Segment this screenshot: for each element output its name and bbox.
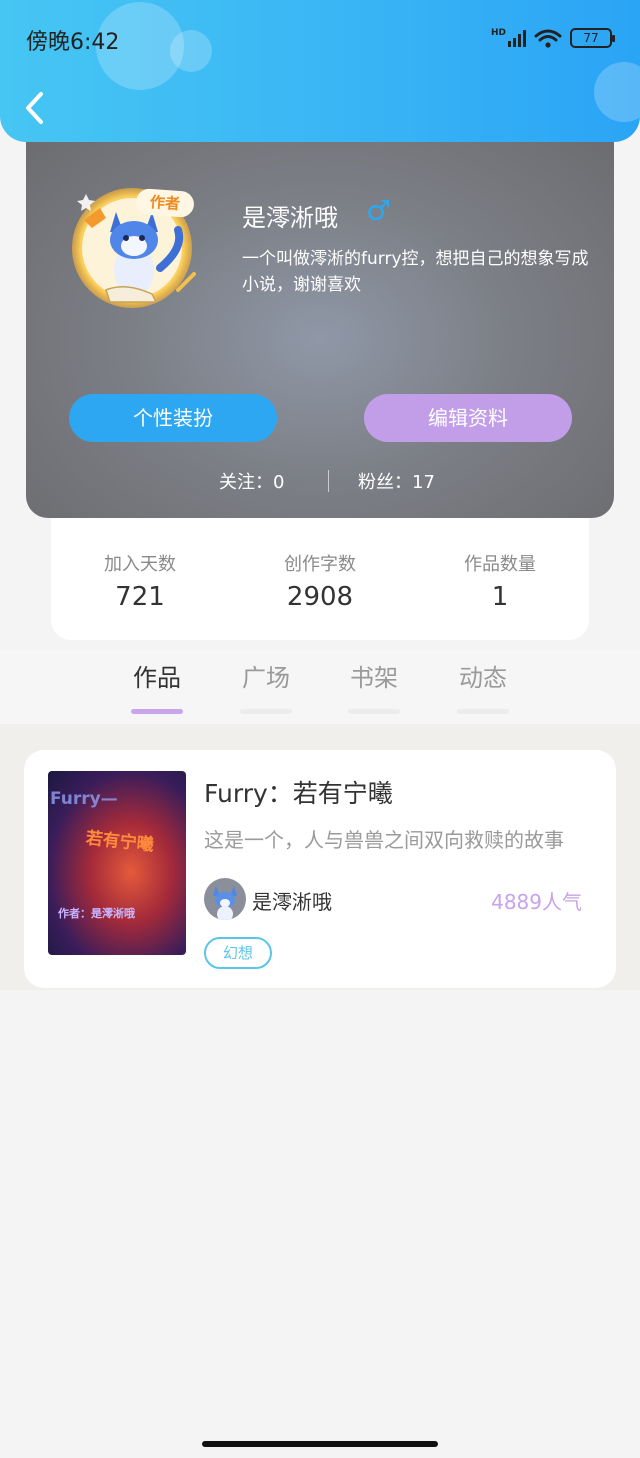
work-description: 这是一个，人与兽兽之间双向救赎的故事: [204, 828, 564, 852]
work-author-name: 是澪淅哦: [252, 890, 332, 914]
following-count[interactable]: 关注：0: [219, 468, 284, 494]
edit-profile-button[interactable]: 编辑资料: [364, 394, 572, 442]
decor-bubble: [594, 62, 640, 122]
top-header: 傍晚6:42 HD 77: [0, 0, 640, 142]
tab-label: 动态: [459, 664, 507, 692]
tab-bookshelf[interactable]: 书架: [334, 658, 414, 714]
stat-value: 1: [491, 582, 509, 612]
tab-label: 书架: [350, 664, 398, 692]
stat-label: 加入天数: [104, 554, 176, 575]
status-icons: HD 77: [490, 28, 615, 48]
stat-join-days: 加入天数 721: [70, 550, 210, 612]
tab-indicator: [240, 709, 292, 714]
follow-stats: 关注：0 粉丝：17: [26, 466, 614, 496]
tab-bar: 作品 广场 书架 动态: [0, 650, 640, 724]
male-gender-icon: ♂: [366, 194, 392, 227]
profile-bio: 一个叫做澪淅的furry控，想把自己的想象写成小说，谢谢喜欢: [242, 249, 589, 295]
battery-icon: 77: [570, 28, 615, 48]
tab-indicator: [131, 709, 183, 714]
book-cover[interactable]: Furry— 若有宁曦 作者：是澪淅哦: [48, 771, 186, 955]
status-time: 傍晚6:42: [26, 30, 120, 55]
tab-indicator: [348, 709, 400, 714]
author-avatar: [204, 878, 246, 920]
decor-bubble: [170, 30, 212, 72]
tab-label: 广场: [242, 664, 290, 692]
followers-count[interactable]: 粉丝：17: [358, 468, 435, 494]
tab-indicator: [457, 709, 509, 714]
tab-works[interactable]: 作品: [117, 658, 197, 714]
stat-word-count: 创作字数 2908: [250, 550, 390, 612]
stat-value: 2908: [286, 582, 354, 612]
work-card[interactable]: Furry— 若有宁曦 作者：是澪淅哦 Furry：若有宁曦 这是一个，人与兽兽…: [24, 750, 616, 988]
work-popularity: 4889人气: [491, 890, 582, 914]
back-arrow-icon[interactable]: [20, 88, 50, 128]
stat-label: 作品数量: [464, 554, 536, 575]
stat-label: 创作字数: [284, 554, 356, 575]
genre-tag[interactable]: 幻想: [204, 937, 272, 969]
avatar[interactable]: 作者: [66, 178, 202, 314]
cover-title-top: Furry—: [50, 789, 118, 809]
profile-card: 作者 是澪淅哦 ♂ 一个叫做澪淅的furry控，想把自己的想象写成小说，谢谢喜欢…: [26, 120, 614, 518]
dress-up-button[interactable]: 个性装扮: [69, 394, 277, 442]
follow-divider: [328, 470, 329, 492]
cover-title-main: 若有宁曦: [84, 828, 155, 856]
wifi-icon: [534, 29, 562, 48]
signal-icon: [508, 29, 526, 47]
stat-value: 721: [115, 582, 165, 612]
profile-name: 是澪淅哦: [242, 204, 338, 232]
cover-byline: 作者：是澪淅哦: [58, 907, 135, 920]
stats-card: 加入天数 721 创作字数 2908 作品数量 1: [51, 500, 589, 640]
profile-page: 傍晚6:42 HD 77 作者 是澪淅哦 ♂ 一个叫做澪淅的furry控，想把自…: [0, 0, 640, 1458]
tab-activity[interactable]: 动态: [443, 658, 523, 714]
hd-icon: HD: [490, 28, 506, 38]
work-title[interactable]: Furry：若有宁曦: [204, 774, 393, 810]
stat-works-count: 作品数量 1: [430, 550, 570, 612]
fox-avatar-icon: [213, 886, 237, 920]
tab-label: 作品: [133, 664, 181, 692]
home-indicator[interactable]: [202, 1441, 438, 1447]
author-badge: 作者: [135, 188, 195, 218]
tab-square[interactable]: 广场: [226, 658, 306, 714]
